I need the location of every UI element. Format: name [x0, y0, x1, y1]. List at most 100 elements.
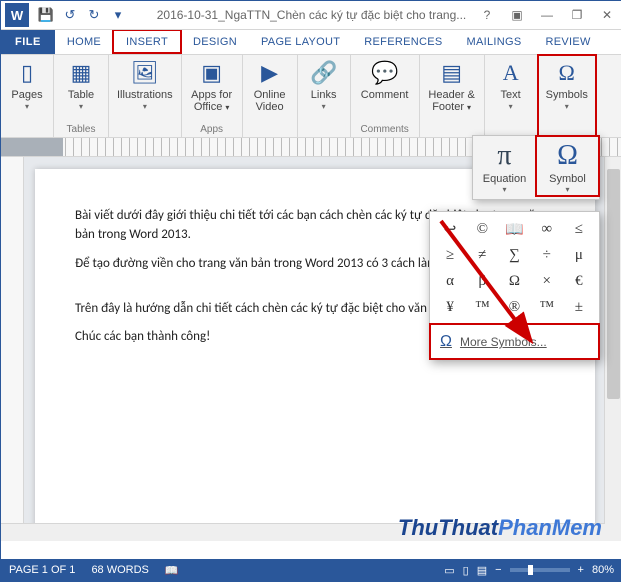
chevron-down-icon: ▾: [565, 102, 569, 111]
online-video-button[interactable]: ▶OnlineVideo: [248, 57, 292, 115]
omega-icon: Ω: [440, 333, 452, 351]
word-logo-icon: W: [5, 3, 29, 27]
qat-customize-icon[interactable]: ▾: [107, 4, 129, 26]
picture-icon: 🖼: [131, 59, 159, 87]
zoom-out-icon[interactable]: −: [495, 564, 501, 576]
comment-icon: 💬: [371, 59, 398, 87]
symbol-cell[interactable]: ÷: [531, 242, 563, 268]
symbol-cell[interactable]: Ω: [498, 268, 530, 294]
symbol-cell[interactable]: μ: [563, 242, 595, 268]
equation-button[interactable]: πEquation▾: [473, 136, 536, 196]
save-icon[interactable]: 💾: [35, 4, 57, 26]
group-text: AText▾: [485, 55, 538, 137]
symbol-cell[interactable]: ™: [466, 294, 498, 320]
symbol-cell[interactable]: ©: [466, 216, 498, 242]
video-icon: ▶: [261, 59, 278, 87]
vertical-scrollbar[interactable]: [604, 157, 621, 541]
comment-button[interactable]: 💬Comment: [357, 57, 413, 103]
zoom-in-icon[interactable]: +: [578, 564, 584, 576]
symbol-picker: ↩©📖∞≤≥≠∑÷μαβΩ×€¥™®™± Ω More Symbols...: [429, 211, 600, 360]
symbol-cell[interactable]: β: [466, 268, 498, 294]
chevron-down-icon: ▾: [509, 102, 513, 111]
tab-review[interactable]: REVIEW: [533, 30, 602, 54]
symbol-cell[interactable]: ™: [531, 294, 563, 320]
close-icon[interactable]: ✕: [592, 1, 621, 29]
symbol-cell[interactable]: ®: [498, 294, 530, 320]
chevron-down-icon: ▾: [143, 102, 147, 111]
pi-icon: π: [497, 140, 511, 172]
symbol-cell[interactable]: €: [563, 268, 595, 294]
textbox-icon: A: [503, 59, 519, 87]
text-button[interactable]: AText▾: [489, 57, 533, 113]
links-button[interactable]: 🔗Links▾: [302, 57, 346, 113]
chevron-down-icon: ▾: [25, 102, 29, 111]
more-symbols-label: More Symbols...: [460, 335, 547, 349]
ribbon-tabs: FILE HOME INSERT DESIGN PAGE LAYOUT REFE…: [1, 30, 621, 55]
symbols-button[interactable]: ΩSymbols▾: [542, 57, 592, 113]
zoom-level[interactable]: 80%: [592, 564, 614, 576]
symbol-cell[interactable]: ∑: [498, 242, 530, 268]
view-readmode-icon[interactable]: ▭: [444, 564, 454, 577]
pages-button[interactable]: ▯Pages▾: [5, 57, 49, 113]
symbol-cell[interactable]: ↩: [434, 216, 466, 242]
pages-icon: ▯: [21, 59, 33, 87]
chevron-down-icon: ▾: [502, 185, 506, 194]
page-indicator[interactable]: PAGE 1 OF 1: [9, 564, 75, 577]
symbol-cell[interactable]: 📖: [498, 216, 530, 242]
header-footer-icon: ▤: [441, 59, 462, 87]
tab-home[interactable]: HOME: [55, 30, 113, 54]
restore-icon[interactable]: ❐: [562, 1, 592, 29]
group-apps: ▣Apps forOffice ▾ Apps: [182, 55, 243, 137]
more-symbols-button[interactable]: Ω More Symbols...: [430, 324, 599, 359]
group-symbols: ΩSymbols▾: [538, 55, 596, 137]
symbol-cell[interactable]: ∞: [531, 216, 563, 242]
word-count[interactable]: 68 WORDS: [91, 564, 148, 577]
minimize-icon[interactable]: —: [532, 1, 562, 29]
group-tables: ▦Table▾ Tables: [54, 55, 109, 137]
symbol-cell[interactable]: α: [434, 268, 466, 294]
tab-mailings[interactable]: MAILINGS: [454, 30, 533, 54]
help-icon[interactable]: ?: [472, 1, 502, 29]
spellcheck-icon[interactable]: 📖: [165, 564, 179, 577]
table-button[interactable]: ▦Table▾: [59, 57, 103, 113]
header-footer-button[interactable]: ▤Header &Footer ▾: [424, 57, 478, 116]
ribbon: ▯Pages▾ ▦Table▾ Tables 🖼Illustrations▾ ▣…: [1, 55, 621, 138]
group-links: 🔗Links▾: [298, 55, 351, 137]
chevron-down-icon: ▾: [322, 102, 326, 111]
symbol-cell[interactable]: ≤: [563, 216, 595, 242]
vertical-ruler[interactable]: [1, 157, 24, 541]
group-header-footer: ▤Header &Footer ▾: [420, 55, 485, 137]
apps-icon: ▣: [201, 59, 222, 87]
chevron-down-icon: ▾: [79, 102, 83, 111]
tab-insert[interactable]: INSERT: [112, 29, 182, 54]
scroll-thumb[interactable]: [607, 169, 620, 399]
quick-access-toolbar: W 💾 ↺ ↻ ▾: [1, 3, 129, 27]
symbol-cell[interactable]: ≠: [466, 242, 498, 268]
link-icon: 🔗: [310, 59, 337, 87]
symbol-cell[interactable]: ≥: [434, 242, 466, 268]
undo-icon[interactable]: ↺: [59, 4, 81, 26]
symbol-button[interactable]: ΩSymbol▾: [536, 136, 599, 196]
tab-page-layout[interactable]: PAGE LAYOUT: [249, 30, 352, 54]
redo-icon[interactable]: ↻: [83, 4, 105, 26]
group-pages: ▯Pages▾: [1, 55, 54, 137]
tab-design[interactable]: DESIGN: [181, 30, 249, 54]
view-web-icon[interactable]: ▤: [477, 564, 487, 577]
tab-file[interactable]: FILE: [1, 30, 55, 54]
apps-for-office-button[interactable]: ▣Apps forOffice ▾: [187, 57, 236, 116]
zoom-slider[interactable]: [510, 568, 570, 572]
table-icon: ▦: [71, 59, 92, 87]
symbol-cell[interactable]: ±: [563, 294, 595, 320]
view-print-icon[interactable]: ▯: [463, 564, 469, 577]
symbols-flyout: πEquation▾ ΩSymbol▾: [472, 135, 600, 200]
omega-icon: Ω: [557, 140, 578, 172]
illustrations-button[interactable]: 🖼Illustrations▾: [113, 57, 177, 113]
symbol-cell[interactable]: ×: [531, 268, 563, 294]
title-bar: W 💾 ↺ ↻ ▾ 2016-10-31_NgaTTN_Chèn các ký …: [1, 1, 621, 30]
ribbon-options-icon[interactable]: ▣: [502, 1, 532, 29]
omega-icon: Ω: [559, 59, 575, 87]
symbol-cell[interactable]: ¥: [434, 294, 466, 320]
document-title: 2016-10-31_NgaTTN_Chèn các ký tự đặc biệ…: [157, 8, 467, 22]
tab-references[interactable]: REFERENCES: [352, 30, 454, 54]
watermark: ThuThuatPhanMem: [398, 515, 602, 541]
